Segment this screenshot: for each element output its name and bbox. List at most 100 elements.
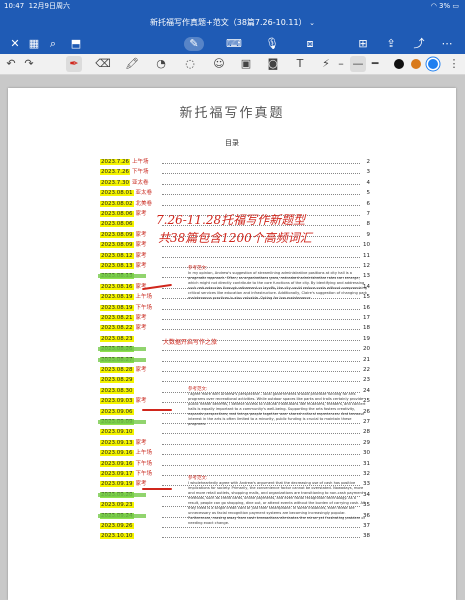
toc-row[interactable]: 2023.08.12 家考 11 — [100, 252, 370, 260]
toc-row[interactable]: 2023.09.16 上午场 30 — [100, 449, 370, 457]
shapes-tool-icon[interactable]: ◔ — [153, 56, 169, 72]
tool-bar: ↶ ↷ ✒ ⌫ 🖍 ◔ ◌ ☺ ▣ ◙ T ⚡ – — ━ ⋮ — [0, 54, 465, 75]
toc-leader-dots — [162, 173, 360, 175]
toc-label: 家考 — [135, 439, 147, 446]
toc-date: 2023.09.16 — [100, 450, 134, 457]
green-highlight-stroke — [98, 347, 146, 352]
more-icon[interactable]: ⋯ — [440, 37, 454, 51]
color-orange-swatch[interactable] — [411, 59, 421, 69]
toc-date: 2023.09.17 — [100, 471, 134, 477]
document-title[interactable]: 新托福写作真题+范文（38篇7.26-10.11） ⌄ — [0, 17, 465, 28]
red-underline-stroke — [142, 488, 172, 490]
highlighter-tool-icon[interactable]: 🖍 — [124, 56, 140, 72]
toc-leader-dots — [162, 194, 360, 196]
red-underline-stroke — [142, 409, 172, 411]
toc-leader-dots — [162, 381, 360, 383]
toc-row[interactable]: 2023.09.13 家考 29 — [100, 439, 370, 447]
toc-page-number: 28 — [363, 429, 370, 436]
text-box-icon[interactable]: ⧈ — [303, 37, 317, 51]
toc-label: 下午场 — [135, 460, 153, 467]
image-tool-icon[interactable]: ▣ — [238, 56, 254, 72]
keyboard-icon[interactable]: ⌨ — [226, 37, 242, 51]
toc-row[interactable]: 2023.08.28 家考 22 — [100, 366, 370, 374]
toc-date: 2023.08.12 — [100, 252, 134, 259]
toc-page-number: 23 — [363, 377, 370, 384]
redo-icon[interactable]: ↷ — [21, 56, 37, 72]
toc-date: 2023.08.22 — [100, 325, 134, 332]
toc-row[interactable]: 2023.10.10 38 — [100, 532, 370, 540]
toc-row[interactable]: 2023.08.02 北美卷 6 — [100, 200, 370, 208]
toc-date: 2023.09.10 — [100, 429, 134, 436]
camera-tool-icon[interactable]: ◙ — [265, 56, 281, 72]
toc-row[interactable]: 2023.09.17 下午场 32 — [100, 470, 370, 478]
search-icon[interactable]: ⌕ — [46, 37, 60, 51]
toc-leader-dots — [162, 443, 360, 445]
toc-leader-dots — [162, 319, 360, 320]
toc-date: 2023.09.13 — [100, 439, 134, 446]
eraser-tool-icon[interactable]: ⌫ — [95, 56, 111, 72]
toc-row[interactable]: 2023.09.16 下午场 31 — [100, 460, 370, 468]
thick-line-icon[interactable]: ━ — [367, 56, 383, 72]
sticker-tool-icon[interactable]: ☺ — [211, 56, 227, 72]
laser-pointer-icon[interactable]: ⚡ — [318, 56, 334, 72]
toc-page-number: 31 — [363, 460, 370, 467]
toc-row[interactable]: 2023.08.23 19 — [100, 335, 370, 343]
toc-row[interactable]: 2023.7.26 上午场 2 — [100, 158, 370, 166]
lasso-tool-icon[interactable]: ◌ — [182, 56, 198, 72]
document-page[interactable]: 新托福写作真题 目录 2023.7.26 上午场 2 2023.7.26 下午场 3 202… — [8, 88, 456, 600]
date-text: 12月9日周六 — [28, 2, 71, 10]
toc-row[interactable]: 2023.09.10 28 — [100, 428, 370, 436]
toc-label: 家考 — [135, 252, 147, 259]
toc-row[interactable]: 2023.08.21 家考 17 — [100, 314, 370, 322]
undo-icon[interactable]: ↶ — [3, 56, 19, 72]
toc-label: 家考 — [135, 263, 147, 269]
thumbnails-icon[interactable]: ▦ — [27, 37, 41, 51]
toc-row[interactable]: 2023.08.29 23 — [100, 376, 370, 384]
toc-label: 上午场 — [132, 159, 149, 165]
color-black-swatch[interactable] — [394, 59, 404, 69]
toc-row[interactable]: 2023.08.01 亚太卷 5 — [100, 189, 370, 197]
toc-date: 2023.10.10 — [100, 533, 134, 540]
toc-leader-dots — [162, 350, 360, 352]
microphone-icon[interactable]: 🎙 — [265, 37, 279, 51]
time-text: 10:47 — [4, 2, 25, 10]
toc-label: 家考 — [135, 231, 147, 238]
thin-line-icon[interactable]: – — [333, 56, 349, 72]
share-icon[interactable]: ⇪ — [384, 37, 398, 51]
toc-date: 2023.08.02 — [100, 200, 134, 207]
medium-line-icon[interactable]: — — [350, 56, 366, 72]
add-page-icon[interactable]: ⊞ — [356, 37, 370, 51]
toc-leader-dots — [162, 256, 360, 258]
toc-date: 2023.08.19 — [100, 294, 134, 301]
toc-page-number: 32 — [363, 471, 370, 477]
green-highlight-stroke — [98, 513, 146, 518]
toc-row[interactable]: 2023.08.19 下午场 16 — [100, 304, 370, 312]
more-tools-icon[interactable]: ⋮ — [446, 56, 462, 72]
toc-page-number: 19 — [363, 335, 370, 342]
toc-page-number: 29 — [363, 439, 370, 446]
toc-leader-dots — [162, 183, 360, 185]
text-tool-icon[interactable]: T — [292, 56, 308, 72]
toc-row[interactable]: 2023.08.22 家考 18 — [100, 324, 370, 332]
toc-row[interactable]: 2023.7.26 下午场 3 — [100, 168, 370, 176]
toc-date: 2023.08.30 — [100, 387, 134, 394]
chevron-down-icon[interactable]: ⌄ — [309, 19, 315, 27]
toc-label: 上午场 — [135, 294, 153, 301]
toc-date: 2023.08.28 — [100, 367, 134, 373]
toc-date: 2023.09.06 — [100, 408, 134, 415]
green-highlight-stroke — [98, 420, 146, 424]
toc-leader-dots — [162, 454, 360, 456]
toc-page-number: 6 — [366, 200, 371, 207]
export-icon[interactable]: ⤴ — [412, 37, 426, 51]
pen-mode-icon[interactable]: ✎ — [184, 37, 204, 51]
handwritten-note-line2: 共38篇包含1200个高频词汇 — [158, 231, 312, 245]
toc-row[interactable]: 2023.08.13 家考 12 — [100, 262, 370, 270]
color-blue-swatch[interactable] — [428, 59, 438, 69]
toc-row[interactable]: 2023.7.30 亚太卷 4 — [100, 179, 370, 187]
toc-leader-dots — [162, 308, 360, 310]
pen-tool-icon[interactable]: ✒ — [66, 56, 82, 72]
bookmark-icon[interactable]: ⬒ — [69, 37, 83, 51]
close-icon[interactable]: ✕ — [8, 37, 22, 51]
toc-page-number: 16 — [363, 304, 370, 311]
toc-date: 2023.09.26 — [100, 523, 134, 529]
